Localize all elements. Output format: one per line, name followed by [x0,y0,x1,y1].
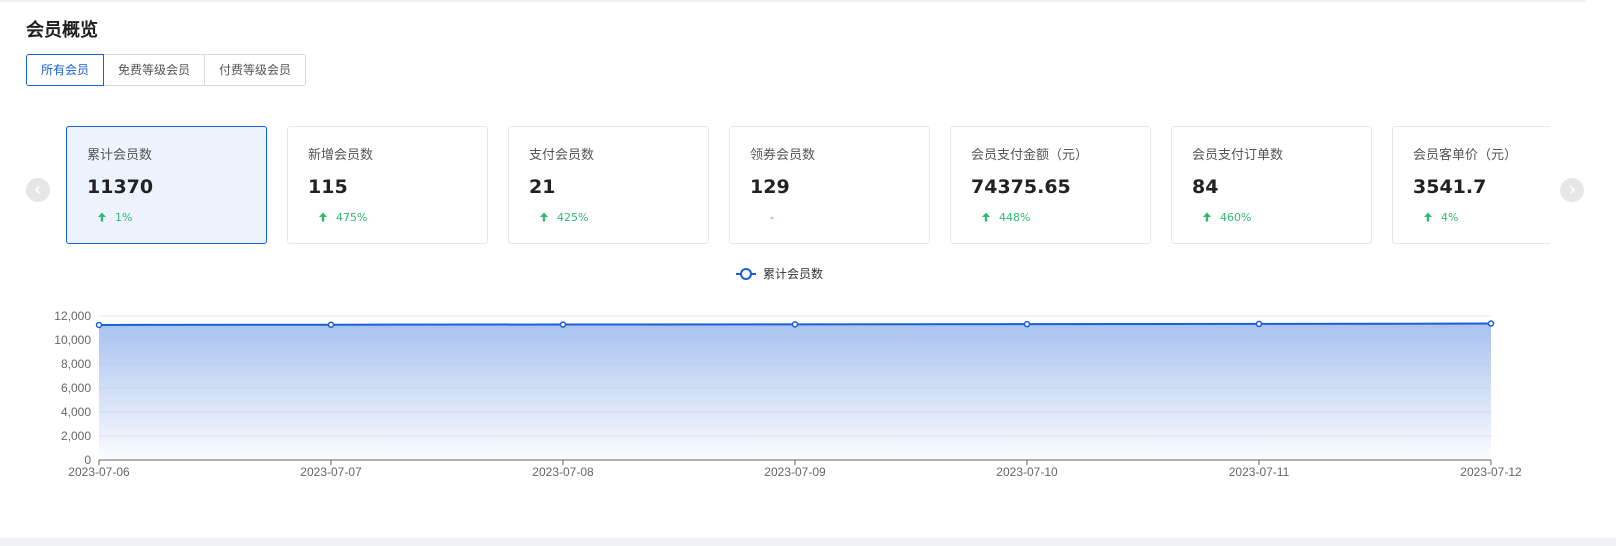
data-point [1255,320,1263,328]
y-tick-label: 8,000 [61,357,91,371]
x-tick-label: 2023-07-10 [996,465,1058,479]
metric-card[interactable]: 会员客单价（元） 3541.7 4% [1392,126,1550,244]
metric-card-value: 3541.7 [1413,176,1487,198]
metric-card-value: 74375.65 [971,176,1071,198]
y-tick-label: 12,000 [54,309,91,323]
tab-free-level-members[interactable]: 免费等级会员 [103,54,206,86]
data-point [95,321,103,329]
metric-card[interactable]: 支付会员数 21 425% [508,126,709,244]
metric-card-label: 会员客单价（元） [1413,148,1518,163]
metric-card-label: 累计会员数 [87,148,153,163]
metric-card-label: 支付会员数 [529,148,595,163]
x-tick-label: 2023-07-08 [532,465,594,479]
bottom-divider [0,538,1616,546]
y-tick-label: 4,000 [61,405,91,419]
arrow-up-icon [1424,212,1432,222]
metric-card-change: 460% [1192,209,1371,225]
arrow-up-icon [98,212,106,222]
metric-card[interactable]: 累计会员数 11370 1% [66,126,267,244]
member-trend-chart: 02,0004,0006,0008,00010,00012,0002023-07… [54,266,1522,479]
metric-card-label: 新增会员数 [308,148,374,163]
data-point [791,321,799,328]
y-tick-label: 10,000 [54,333,91,347]
chevron-right-icon [1569,185,1576,195]
metric-card-change-text: 460% [1220,210,1252,224]
arrow-up-icon [319,212,327,222]
page-title: 会员概览 [26,20,98,41]
metric-card-change-text: 448% [999,210,1031,224]
metric-card-value: 11370 [87,176,154,198]
metric-card-change: 448% [971,209,1150,225]
arrow-up-icon [540,212,548,222]
data-point [559,321,567,328]
tab-paid-level-members[interactable]: 付费等级会员 [204,54,307,86]
x-tick-label: 2023-07-12 [1460,465,1522,479]
metric-card-change: - [750,209,929,225]
metric-card-change-text: 425% [557,210,589,224]
metric-card-label: 领券会员数 [750,148,816,163]
x-tick-label: 2023-07-07 [300,465,362,479]
member-type-tabs: 所有会员 免费等级会员 付费等级会员 [26,54,307,86]
metric-card-change: 425% [529,209,708,225]
metric-card-change: 1% [87,209,266,225]
metric-card-value: 115 [308,176,348,198]
x-tick-label: 2023-07-06 [68,465,130,479]
metric-card[interactable]: 领券会员数 129 - [729,126,930,244]
x-tick-label: 2023-07-09 [764,465,826,479]
metric-cards-carousel: 累计会员数 11370 1% 新增会员数 115 475% 支付会员数 21 425% 领券会员数… [66,126,1550,246]
metric-card-change: 4% [1413,209,1550,225]
metric-card[interactable]: 会员支付金额（元） 74375.65 448% [950,126,1151,244]
chevron-left-icon [34,185,41,195]
metric-card-value: 21 [529,176,556,198]
metric-card-label: 会员支付金额（元） [971,148,1089,163]
x-tick-label: 2023-07-11 [1229,465,1290,479]
metric-card[interactable]: 新增会员数 115 475% [287,126,488,244]
metric-card-label: 会员支付订单数 [1192,148,1284,163]
metric-card-change-text: 475% [336,210,368,224]
carousel-next-button[interactable] [1560,178,1584,202]
carousel-prev-button[interactable] [26,178,50,202]
data-point [327,321,335,328]
data-point [1023,320,1031,328]
metric-card-change-text: 1% [115,210,133,224]
y-tick-label: 2,000 [61,429,91,443]
metric-card-change-text: 4% [1441,210,1459,224]
arrow-up-icon [1203,212,1211,222]
metric-card-change: 475% [308,209,487,225]
tab-all-members[interactable]: 所有会员 [26,54,105,86]
data-point [1487,320,1495,327]
y-tick-label: 6,000 [61,381,91,395]
top-divider [0,0,1586,2]
metric-card-value: 129 [750,176,790,198]
metric-card-value: 84 [1192,176,1219,198]
legend-label: 累计会员数 [763,266,823,281]
arrow-up-icon [982,212,990,222]
metric-card[interactable]: 会员支付订单数 84 460% [1171,126,1372,244]
metric-card-change-text: - [770,210,774,224]
legend-marker [740,268,752,280]
series-area [99,323,1491,460]
